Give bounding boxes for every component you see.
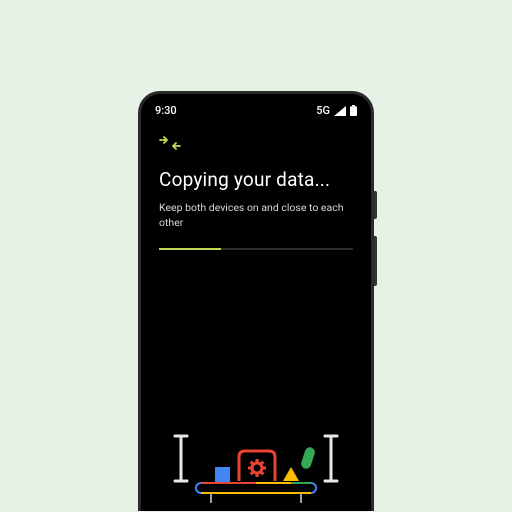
content-area: Copying your data... Keep both devices o…: [141, 117, 371, 250]
network-label: 5G: [316, 104, 330, 117]
status-time: 9:30: [155, 104, 177, 117]
status-bar: 9:30 5G: [141, 94, 371, 117]
transfer-arrows-icon: [159, 135, 353, 154]
phone-side-button: [374, 191, 377, 219]
phone-frame: 9:30 5G Copying your data... Keep both d…: [138, 91, 374, 511]
transfer-illustration: [141, 391, 371, 511]
page-title: Copying your data...: [159, 168, 353, 191]
signal-icon: [334, 106, 346, 116]
progress-fill: [159, 248, 221, 250]
status-right: 5G: [316, 104, 357, 117]
page-subtitle: Keep both devices on and close to each o…: [159, 201, 353, 230]
phone-side-button: [374, 236, 377, 286]
phone-screen: 9:30 5G Copying your data... Keep both d…: [141, 94, 371, 511]
battery-icon: [350, 105, 357, 116]
progress-bar: [159, 248, 353, 250]
